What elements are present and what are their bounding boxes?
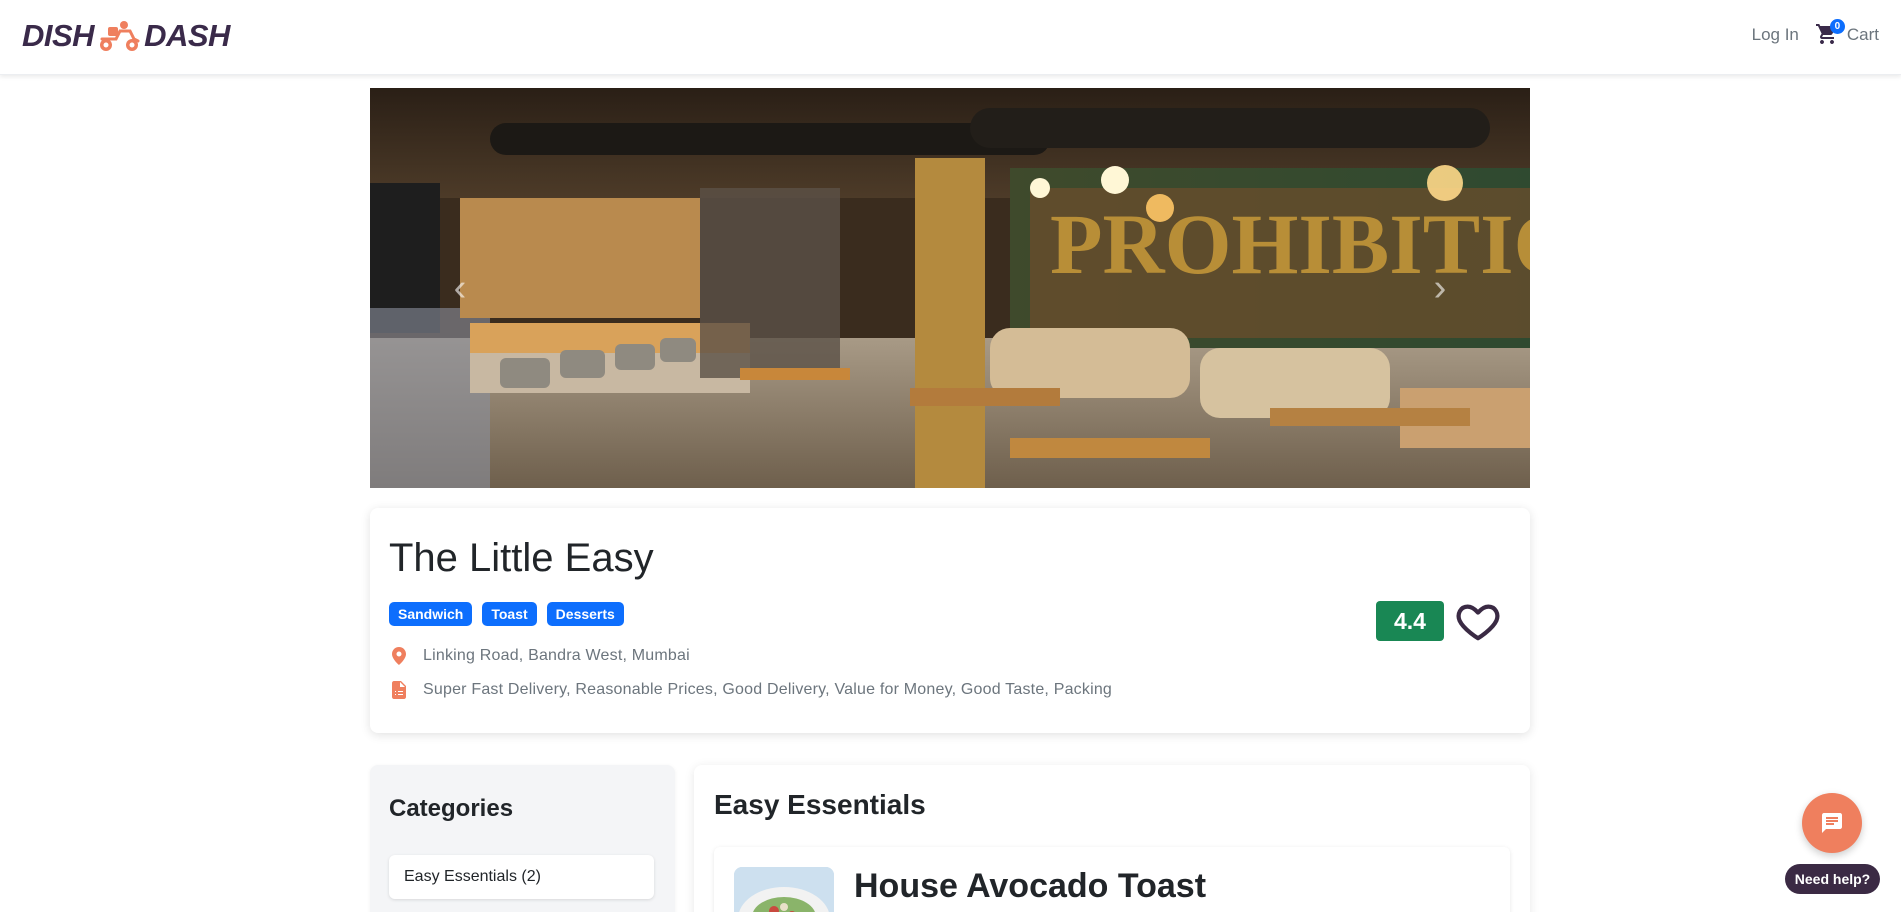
favorite-button[interactable] [1454,598,1502,644]
nav-actions: Log In 0 Cart [1752,19,1879,48]
cart-icon: 0 [1815,19,1845,48]
chat-button[interactable] [1802,793,1862,853]
chevron-right-icon: › [1433,266,1447,309]
restaurant-hero-carousel: PROHIBITION ‹ › [370,88,1530,488]
menu-item-name: House Avocado Toast [854,867,1207,905]
need-help-button[interactable]: Need help? [1785,864,1880,894]
carousel-next-button[interactable]: › [1420,263,1460,313]
menu-item-image [734,867,834,912]
cart-count-badge: 0 [1829,19,1845,34]
cuisine-tag: Sandwich [389,602,473,626]
category-item[interactable]: Easy Essentials (2) [389,855,654,899]
cuisine-tag: Toast [482,602,537,626]
rating-badge: 4.4 [1376,601,1444,641]
brand-text-right: DASH [144,18,230,53]
brand-text-left: DISH [22,18,95,53]
restaurant-name: The Little Easy [389,536,654,580]
top-navbar: DISH DASH Log In 0 Cart [0,0,1901,75]
cart-button[interactable]: 0 Cart [1815,19,1879,48]
restaurant-info-card: The Little Easy Sandwich Toast Desserts … [370,508,1530,733]
location-pin-icon [389,646,409,666]
cuisine-tags: Sandwich Toast Desserts [389,602,624,626]
categories-title: Categories [389,795,514,822]
document-icon [389,680,409,700]
menu-panel: Easy Essentials House Avocado Toast [694,765,1530,912]
restaurant-highlights: Super Fast Delivery, Reasonable Prices, … [423,681,1113,698]
heart-icon [1456,604,1500,641]
carousel-prev-button[interactable]: ‹ [440,263,480,313]
login-link[interactable]: Log In [1752,25,1799,45]
highlights-line: Super Fast Delivery, Reasonable Prices, … [389,680,1112,700]
cuisine-tag: Desserts [546,602,624,626]
scooter-icon [100,21,140,51]
brand-logo[interactable]: DISH DASH [22,14,230,58]
chevron-left-icon: ‹ [453,266,467,309]
chat-icon [1822,813,1842,833]
cart-label: Cart [1846,25,1879,44]
menu-item-card[interactable]: House Avocado Toast [714,847,1510,912]
categories-panel: Categories Easy Essentials (2) [370,765,675,912]
menu-section-title: Easy Essentials [714,789,926,820]
address-line: Linking Road, Bandra West, Mumbai [389,646,690,666]
restaurant-address: Linking Road, Bandra West, Mumbai [423,647,690,664]
restaurant-interior-photo: PROHIBITION [370,88,1530,488]
